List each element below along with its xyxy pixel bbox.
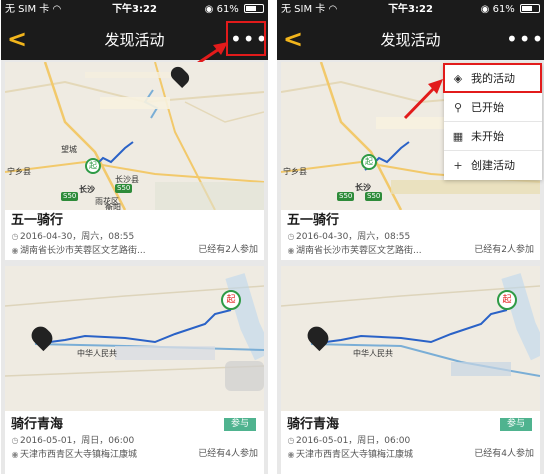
participant-count: 已经有2人参加 <box>198 245 258 255</box>
event-info: 五一骑行 ◷ 2016-04-30，周六，08:55 ◉ 湖南省长沙市芙蓉区文艺路街… <box>5 212 264 258</box>
location-pin-icon: ◉ <box>287 450 295 459</box>
clock-icon: ◷ <box>287 436 295 445</box>
participant-count: 已经有2人参加 <box>474 245 534 255</box>
clock-icon: ◷ <box>11 232 19 241</box>
event-info: 骑行青海 参与 ◷ 2016-05-01，周日，06:00 ◉ 天津市西青区大寺镇梅… <box>5 416 264 462</box>
clock-icon: ◷ <box>287 232 295 241</box>
event-card[interactable]: 起 中华人民共 骑行青海 参与 ◷ 2016-05-01，周日，06:00 ◉ 天津… <box>281 266 540 474</box>
event-card[interactable]: 起 中华人民共 骑行青海 参与 ◷ 2016-05-01，周日，06:00 ◉ 天津… <box>5 266 264 474</box>
event-card[interactable]: 起 长沙 望城 宁乡县 长沙县 雨花区 S50 S50 衡阳 五一骑行 ◷ 201… <box>5 62 264 260</box>
road-badge-2: S50 <box>365 192 383 201</box>
event-location: ◉ 湖南省长沙市芙蓉区文艺路街... 已经有2人参加 <box>287 245 535 256</box>
annotation-arrow <box>403 79 443 120</box>
phone-screen-left: 无 SIM 卡 ◠ 下午3:22 ◉ 61% < 发现活动 ••• 起 长沙 望… <box>1 0 268 474</box>
location-pin-icon: ◉ <box>11 450 19 459</box>
menu-item-label: 创建活动 <box>471 159 515 172</box>
plus-icon: + <box>453 159 463 172</box>
map-label-city2: 衡阳 <box>105 203 121 210</box>
map-label-place2: 宁乡县 <box>7 167 31 176</box>
event-date: ◷ 2016-04-30，周六，08:55 <box>287 232 411 242</box>
event-title: 骑行青海 <box>11 417 64 432</box>
clock-icon: ◷ <box>11 436 19 445</box>
event-location: ◉ 湖南省长沙市芙蓉区文艺路街... 已经有2人参加 <box>11 245 259 256</box>
screenshot-composite: 无 SIM 卡 ◠ 下午3:22 ◉ 61% < 发现活动 ••• 起 长沙 望… <box>0 0 544 474</box>
route-map: 起 中华人民共 <box>5 266 264 411</box>
menu-item-create-activity[interactable]: + 创建活动 <box>444 151 542 180</box>
participant-count: 已经有4人参加 <box>474 449 534 459</box>
location-pin-icon: ◉ <box>11 246 19 255</box>
map-label-country: 中华人民共 <box>353 349 393 358</box>
participant-count: 已经有4人参加 <box>198 449 258 459</box>
event-date: ◷ 2016-05-01，周日，06:00 <box>11 436 135 446</box>
event-title: 五一骑行 <box>287 213 340 228</box>
map-label-place1: 望城 <box>61 145 77 154</box>
event-date: ◷ 2016-05-01，周日，06:00 <box>287 436 411 446</box>
location-pin-icon: ◉ <box>287 246 295 255</box>
start-pin-icon: 起 <box>85 158 101 174</box>
join-button[interactable]: 参与 <box>499 418 532 431</box>
event-info: 五一骑行 ◷ 2016-04-30，周六，08:55 ◉ 湖南省长沙市芙蓉区文艺路街… <box>281 212 540 258</box>
event-location: ◉ 天津市西青区大寺镇梅江康城 已经有4人参加 <box>287 449 535 460</box>
route-map: 起 长沙 望城 宁乡县 长沙县 雨花区 S50 S50 衡阳 <box>5 62 264 210</box>
join-button[interactable]: 参与 <box>223 418 256 431</box>
event-title: 骑行青海 <box>287 417 340 432</box>
map-label-city: 长沙 <box>79 185 95 194</box>
event-title: 五一骑行 <box>11 213 64 228</box>
event-location: ◉ 天津市西青区大寺镇梅江康城 已经有4人参加 <box>11 449 259 460</box>
event-info: 骑行青海 参与 ◷ 2016-05-01，周日，06:00 ◉ 天津市西青区大寺镇梅… <box>281 416 540 462</box>
phone-screen-right: 无 SIM 卡 ◠ 下午3:22 ◉ 61% < 发现活动 ••• 起 长沙 宁… <box>277 0 544 474</box>
road-badge: S50 <box>337 192 355 201</box>
route-map: 起 中华人民共 <box>281 266 540 411</box>
start-pin-icon: 起 <box>497 290 517 310</box>
start-pin-icon: 起 <box>361 154 377 170</box>
road-badge-2: S50 <box>115 184 133 193</box>
map-label-place2: 宁乡县 <box>283 167 307 176</box>
start-pin-icon: 起 <box>221 290 241 310</box>
map-label-country: 中华人民共 <box>77 349 117 358</box>
road-badge: S50 <box>61 192 79 201</box>
event-date: ◷ 2016-04-30，周六，08:55 <box>11 232 135 242</box>
